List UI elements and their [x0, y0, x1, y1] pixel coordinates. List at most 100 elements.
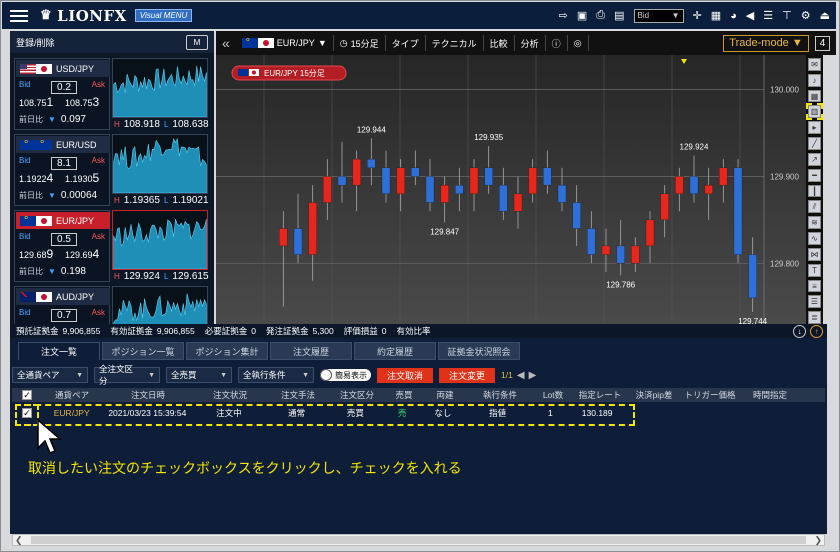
line-icon[interactable]: ╱	[808, 137, 821, 150]
rate-info[interactable]: USD/JPY Bid Ask 0.2 108.751 108.753 前日比 ▼ 0…	[14, 58, 110, 130]
target-icon[interactable]: ◎	[568, 35, 589, 51]
scroll-right-icon[interactable]: ❯	[814, 535, 822, 546]
rate-pair[interactable]: EUR/JPY	[16, 212, 110, 229]
tab-0[interactable]: 注文一覧	[18, 342, 100, 360]
trade-mode-select[interactable]: Trade-mode ▼	[723, 34, 809, 52]
mini-chart[interactable]	[112, 210, 208, 270]
camera-icon[interactable]: ▣	[577, 9, 587, 22]
pair-filter[interactable]: 全通貨ペア ▼	[12, 367, 88, 383]
collapse-icon[interactable]: «	[216, 35, 236, 51]
scroll-left-icon[interactable]: ❮	[15, 535, 23, 546]
arrow-down-circle-icon[interactable]: ↓	[793, 324, 806, 338]
register-delete-button[interactable]: 登録/削除	[16, 36, 55, 49]
rate-pair[interactable]: AUD/JPY	[16, 288, 110, 305]
menu-icon[interactable]: ☰	[808, 295, 821, 309]
pair-select[interactable]: EUR/JPY▼	[236, 35, 334, 51]
compare-button[interactable]: 比較	[484, 35, 515, 51]
m-button[interactable]: M	[186, 34, 208, 50]
hline-icon[interactable]: ━	[808, 168, 821, 182]
tab-2[interactable]: ポジション集計	[186, 342, 268, 360]
tab-1[interactable]: ポジション一覧	[102, 342, 184, 360]
bid-price[interactable]: 1.19224	[19, 171, 53, 185]
header-checkbox-cell[interactable]: ✓	[12, 388, 42, 402]
print-icon[interactable]: ⎙	[596, 9, 605, 22]
hamburger-menu-icon[interactable]	[6, 2, 32, 29]
ask-price[interactable]: 108.753	[65, 95, 99, 109]
ask-price[interactable]: 1.19305	[65, 171, 99, 185]
type-button[interactable]: タイプ	[386, 35, 426, 51]
bid-price[interactable]: 129.689	[19, 247, 53, 261]
column-header[interactable]: 注文手法	[266, 388, 330, 402]
column-header[interactable]: 決済pip差	[628, 388, 680, 402]
column-header[interactable]: 時間指定	[740, 388, 800, 402]
cancel-order-button[interactable]: 注文取消	[377, 367, 434, 383]
column-header[interactable]: 売買	[384, 388, 424, 402]
grid-icon[interactable]: ▦	[711, 9, 721, 22]
condition-filter[interactable]: 全執行条件 ▼	[238, 367, 314, 383]
logout-icon[interactable]: ⏏	[820, 9, 830, 22]
visual-menu-badge[interactable]: Visual MENU	[134, 9, 193, 22]
save-icon[interactable]: ▤	[614, 9, 624, 22]
pointer-icon[interactable]: ▸	[808, 121, 821, 135]
interval-button[interactable]: ◷ 15分足	[334, 35, 386, 51]
tab-5[interactable]: 証拠金状況照会	[438, 342, 520, 360]
simple-view-toggle[interactable]: 簡易表示	[320, 369, 371, 381]
crosshair-icon[interactable]: ✛	[693, 9, 702, 22]
column-header[interactable]: 執行条件	[466, 388, 534, 402]
mini-chart[interactable]	[112, 134, 208, 194]
header-checkbox[interactable]: ✓	[22, 390, 32, 400]
highlight-icon[interactable]: ▥	[806, 103, 823, 121]
list-icon[interactable]: ≡	[808, 279, 821, 293]
rate-card[interactable]: EUR/JPY Bid Ask 0.5129.689 129.694 前日比▼0…	[14, 210, 212, 282]
mail-icon[interactable]: ✉	[808, 58, 821, 71]
column-header[interactable]: 通貨ペア	[42, 388, 102, 402]
rate-pair[interactable]: USD/JPY	[16, 60, 110, 77]
column-header[interactable]: 注文状況	[194, 388, 266, 402]
bell-icon[interactable]: ♪	[808, 73, 821, 87]
scroll-thumb[interactable]	[30, 536, 807, 544]
mini-chart[interactable]	[112, 58, 208, 118]
ray-icon[interactable]: ↗	[808, 152, 821, 166]
tool-icon[interactable]: ⊤	[782, 9, 792, 22]
wave-icon[interactable]: ∿	[808, 232, 821, 245]
layout-number-button[interactable]: 4	[815, 35, 830, 51]
column-header[interactable]: 両建	[424, 388, 466, 402]
ask-price[interactable]: 129.694	[65, 247, 99, 261]
align-icon[interactable]: ☰	[763, 9, 773, 22]
candlestick-chart[interactable]: 130.000 129.900 129.800 129.944 129.935 129.9…	[216, 55, 806, 324]
rate-card[interactable]: USD/JPY Bid Ask 0.2 108.751 108.753 前日比 ▼ 0…	[14, 58, 212, 130]
vline-icon[interactable]: ┃	[808, 184, 821, 198]
arrow-up-circle-icon[interactable]: ↑	[810, 324, 823, 338]
prev-page-icon[interactable]: ◀	[517, 370, 525, 381]
rate-pair[interactable]: EUR/USD	[16, 136, 110, 153]
analysis-button[interactable]: 分析	[515, 35, 546, 51]
rate-card[interactable]: EUR/USD Bid Ask 8.11.19224 1.19305 前日比▼0…	[14, 134, 212, 206]
order-type-filter[interactable]: 全注文区分 ▼	[94, 364, 160, 386]
info-icon[interactable]: ⓘ	[546, 35, 568, 51]
fibo-icon[interactable]: ≋	[808, 216, 821, 230]
next-page-icon[interactable]: ▶	[529, 370, 537, 381]
channel-icon[interactable]: ⫽	[808, 200, 821, 214]
pie-icon[interactable]: ◕	[730, 10, 737, 22]
lines-icon[interactable]: ≣	[808, 311, 821, 325]
export-icon[interactable]: ⇨	[559, 9, 568, 22]
column-header[interactable]: 注文区分	[330, 388, 384, 402]
change-order-button[interactable]: 注文変更	[439, 367, 496, 383]
table-icon[interactable]: ▦	[808, 89, 821, 103]
column-header[interactable]: 指定レート	[572, 388, 628, 402]
tab-3[interactable]: 注文履歴	[270, 342, 352, 360]
tab-4[interactable]: 約定履歴	[354, 342, 436, 360]
gann-icon[interactable]: ⋈	[808, 247, 821, 261]
gear-icon[interactable]: ⚙	[801, 9, 811, 22]
text-icon[interactable]: T	[808, 263, 821, 277]
column-header[interactable]: Lot数	[534, 388, 572, 402]
horizontal-scrollbar[interactable]: ❮ ❯	[12, 534, 825, 546]
sound-icon[interactable]: ◀	[746, 9, 754, 22]
column-header[interactable]: トリガー価格	[680, 388, 740, 402]
column-header[interactable]: 注文日時	[102, 388, 194, 402]
rate-info[interactable]: EUR/JPY Bid Ask 0.5129.689 129.694 前日比▼0…	[14, 210, 110, 282]
technical-button[interactable]: テクニカル	[426, 35, 484, 51]
side-filter[interactable]: 全売買 ▼	[166, 367, 232, 383]
bid-ask-select[interactable]: Bid ▼	[633, 8, 684, 23]
bid-price[interactable]: 108.751	[19, 95, 53, 109]
